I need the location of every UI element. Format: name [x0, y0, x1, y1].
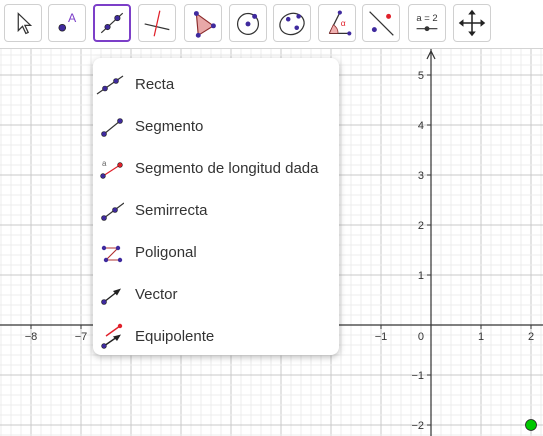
menu-item-poligonal[interactable]: Poligonal: [93, 230, 339, 272]
segment-fixed-length-icon: a: [100, 159, 123, 179]
ray-icon: [101, 202, 124, 221]
angle-tool-button[interactable]: α: [318, 4, 356, 42]
perpendicular-tool-button[interactable]: [138, 4, 176, 42]
segment-icon: [101, 118, 123, 137]
reflect-icon: [369, 11, 394, 36]
menu-item-label: Vector: [135, 286, 178, 303]
line-through-two-points-icon: [96, 75, 124, 95]
pointer-icon: [17, 12, 33, 35]
reflect-tool-button[interactable]: [362, 4, 400, 42]
menu-item-label: Semirrecta: [135, 202, 208, 219]
move-graphics-view-icon: [458, 9, 486, 37]
point-tool-button[interactable]: A: [48, 4, 86, 42]
menu-item-label: Segmento: [135, 118, 204, 135]
slider-icon: a = 2: [416, 13, 438, 32]
toolbar: A α a = 2: [0, 0, 543, 49]
x-tick-label: 2: [528, 331, 534, 343]
angle-icon: α: [328, 10, 352, 36]
conic-tool-button[interactable]: [273, 4, 311, 42]
point-icon: A: [58, 11, 77, 32]
svg-text:a: a: [102, 159, 107, 168]
x-tick-label: −7: [75, 331, 88, 343]
x-tick-label: 1: [478, 331, 484, 343]
y-tick-label: 2: [418, 220, 424, 232]
y-tick-label: 3: [418, 170, 424, 182]
move-graphics-tool-button[interactable]: [453, 4, 491, 42]
conic-through-points-icon: [279, 12, 305, 36]
circle-tool-button[interactable]: [229, 4, 267, 42]
x-tick-label: −8: [25, 331, 38, 343]
slider-tool-button[interactable]: a = 2: [408, 4, 446, 42]
point-marker[interactable]: [525, 419, 537, 431]
x-tick-label: −1: [375, 331, 388, 343]
move-tool-button[interactable]: [4, 4, 42, 42]
circle-with-center-icon: [236, 12, 260, 35]
origin-label: 0: [418, 331, 424, 343]
menu-item-semirrecta[interactable]: Semirrecta: [93, 188, 339, 230]
y-tick-label: 4: [418, 120, 424, 132]
menu-item-label: Segmento de longitud dada: [135, 160, 319, 177]
polyline-icon: [101, 245, 123, 263]
slider-tool-label: a = 2: [416, 13, 437, 24]
menu-item-label: Recta: [135, 76, 175, 93]
menu-item-recta[interactable]: Recta: [93, 62, 339, 104]
vector-icon: [101, 288, 121, 305]
line-icon: [100, 12, 124, 34]
menu-item-equipolente[interactable]: Equipolente: [93, 314, 339, 356]
polygon-tool-button[interactable]: [184, 4, 222, 42]
y-tick-label: −1: [411, 370, 424, 382]
menu-item-label: Poligonal: [135, 244, 197, 261]
line-tools-menu: Recta Segmento a Segmento de longitud da…: [93, 58, 339, 355]
line-tool-button[interactable]: [93, 4, 131, 42]
menu-item-segmento[interactable]: Segmento: [93, 104, 339, 146]
point-tool-letter: A: [68, 11, 77, 25]
perpendicular-line-icon: [144, 10, 170, 37]
menu-item-vector[interactable]: Vector: [93, 272, 339, 314]
y-tick-label: 5: [418, 70, 424, 82]
svg-text:α: α: [341, 18, 346, 28]
menu-item-segmento-longitud[interactable]: a Segmento de longitud dada: [93, 146, 339, 188]
y-tick-label: 1: [418, 270, 424, 282]
vector-from-point-icon: [101, 323, 123, 349]
y-tick-label: −2: [411, 420, 424, 432]
polygon-icon: [193, 11, 216, 38]
menu-item-label: Equipolente: [135, 328, 215, 345]
